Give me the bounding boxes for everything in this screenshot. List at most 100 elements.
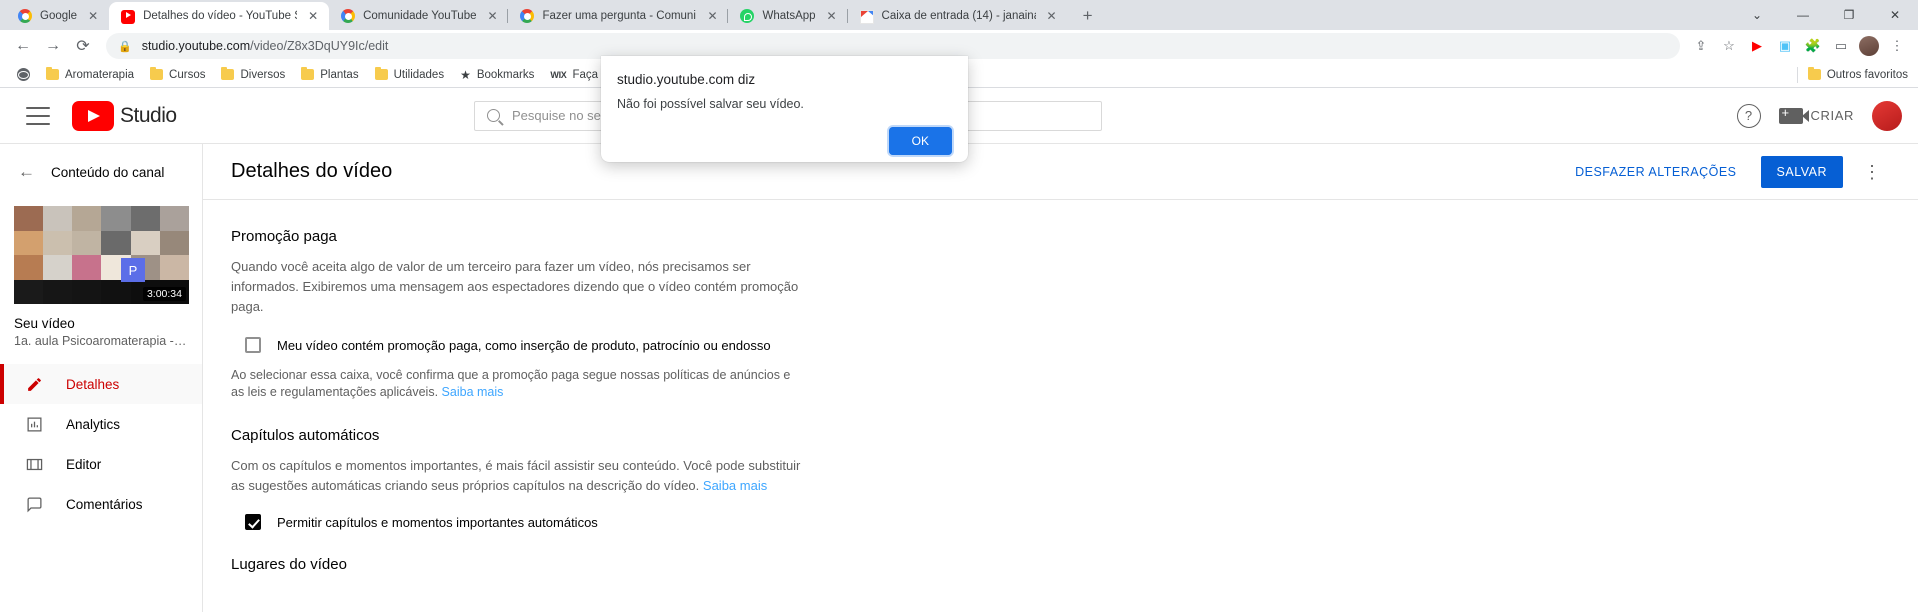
- bookmark-utilidades[interactable]: Utilidades: [368, 66, 452, 83]
- browser-tab-gmail[interactable]: Caixa de entrada (14) - janainasa ✕: [846, 2, 1068, 30]
- maximize-button[interactable]: ❐: [1826, 0, 1872, 30]
- bookmark-star-icon[interactable]: ☆: [1716, 33, 1742, 59]
- chrome-menu-icon[interactable]: ⋮: [1884, 33, 1910, 59]
- minimize-button[interactable]: —: [1780, 0, 1826, 30]
- learn-more-link[interactable]: Saiba mais: [442, 385, 504, 399]
- sidebar-item-detalhes[interactable]: Detalhes: [0, 364, 202, 404]
- section-promocao-paga: Promoção paga Quando você aceita algo de…: [231, 228, 1890, 401]
- studio-header-actions: ? CRIAR: [1736, 100, 1902, 131]
- window-controls: ⌄ — ❐ ✕: [1734, 0, 1918, 30]
- folder-icon: [301, 66, 315, 80]
- video-thumbnail[interactable]: P 3:00:34: [14, 206, 189, 304]
- studio-nav-list: Detalhes Analytics Editor Comentários: [0, 364, 202, 524]
- ok-button[interactable]: OK: [888, 127, 952, 155]
- section-capitulos-automaticos: Capítulos automáticos Com os capítulos e…: [231, 427, 1890, 530]
- sidebar-item-analytics[interactable]: Analytics: [0, 404, 202, 444]
- browser-tab-google[interactable]: Google ✕: [6, 2, 109, 30]
- cast-icon[interactable]: ▭: [1828, 33, 1854, 59]
- bar-chart-icon: [24, 414, 44, 434]
- browser-tab-comunidade-youtube[interactable]: Comunidade YouTube ✕: [329, 2, 508, 30]
- search-placeholder: Pesquise no seu: [512, 108, 609, 123]
- bookmark-bookmarks[interactable]: ★ Bookmarks: [453, 66, 541, 84]
- youtube-studio-logo[interactable]: Studio: [72, 100, 177, 131]
- auto-chapters-checkbox-row[interactable]: Permitir capítulos e momentos importante…: [245, 514, 1890, 530]
- tab-close-icon[interactable]: ✕: [85, 8, 101, 24]
- youtube-extension-icon[interactable]: ▶: [1744, 33, 1770, 59]
- address-bar-url: studio.youtube.com/video/Z8x3DqUY9Ic/edi…: [142, 39, 389, 53]
- bookmarks-bar-right: Outros favoritos: [1793, 66, 1908, 83]
- google-icon: [520, 9, 535, 23]
- tab-close-icon[interactable]: ✕: [704, 8, 720, 24]
- browser-tab-youtube-studio[interactable]: Detalhes do vídeo - YouTube Stu ✕: [109, 2, 330, 30]
- puzzle-icon[interactable]: 🧩: [1800, 33, 1826, 59]
- video-duration: 3:00:34: [142, 287, 186, 301]
- comment-icon: [24, 494, 44, 514]
- sidebar-item-label: Editor: [66, 456, 102, 472]
- video-title: 1a. aula Psicoaromaterapia - 13 Aro...: [14, 334, 188, 348]
- toolbar-actions: ⇪ ☆ ▶ ▣ 🧩 ▭ ⋮: [1688, 33, 1910, 59]
- url-path: /video/Z8x3DqUY9Ic/edit: [250, 39, 389, 53]
- divider: [1796, 66, 1798, 83]
- auto-chapters-checkbox[interactable]: [245, 514, 261, 530]
- star-icon: ★: [460, 67, 471, 82]
- tab-close-icon[interactable]: ✕: [305, 8, 321, 24]
- more-options-icon[interactable]: ⋮: [1859, 163, 1886, 181]
- bookmark-label: Diversos: [240, 68, 286, 81]
- studio-wordmark: Studio: [120, 103, 177, 127]
- video-section-label: Seu vídeo: [14, 316, 75, 331]
- forward-icon[interactable]: →: [38, 31, 68, 61]
- reload-icon[interactable]: ⟳: [68, 31, 98, 61]
- tab-title: WhatsApp: [762, 10, 816, 22]
- sidebar-item-comentarios[interactable]: Comentários: [0, 484, 202, 524]
- bookmark-plantas[interactable]: Plantas: [294, 66, 365, 83]
- back-icon[interactable]: ←: [8, 31, 38, 61]
- bookmark-aromaterapia[interactable]: Aromaterapia: [39, 66, 141, 83]
- learn-more-link[interactable]: Saiba mais: [703, 478, 767, 493]
- tab-close-icon[interactable]: ✕: [824, 8, 840, 24]
- back-to-channel-content[interactable]: ← Conteúdo do canal: [0, 152, 202, 192]
- paid-promotion-checkbox[interactable]: [245, 337, 261, 353]
- tab-title: Caixa de entrada (14) - janainasa: [881, 10, 1036, 22]
- extension-blue-icon[interactable]: ▣: [1772, 33, 1798, 59]
- paid-promotion-checkbox-row[interactable]: Meu vídeo contém promoção paga, como ins…: [245, 337, 1890, 353]
- video-details-header: Detalhes do vídeo DESFAZER ALTERAÇÕES SA…: [203, 144, 1918, 200]
- tab-close-icon[interactable]: ✕: [1044, 8, 1060, 24]
- pencil-icon: [24, 374, 44, 394]
- new-tab-button[interactable]: +: [1074, 2, 1102, 30]
- save-button[interactable]: SALVAR: [1760, 155, 1843, 188]
- sidebar-item-label: Comentários: [66, 496, 143, 512]
- url-host: studio.youtube.com: [141, 39, 251, 53]
- header-actions: DESFAZER ALTERAÇÕES SALVAR ⋮: [1567, 155, 1886, 188]
- channel-avatar[interactable]: [1872, 100, 1902, 131]
- close-window-button[interactable]: ✕: [1872, 0, 1918, 30]
- browser-tab-fazer-pergunta[interactable]: Fazer uma pergunta - Comunida ✕: [507, 2, 728, 30]
- video-camera-icon: [1778, 105, 1809, 124]
- tab-strip: Google ✕ Detalhes do vídeo - YouTube Stu…: [0, 0, 1918, 30]
- dialog-buttons: OK: [888, 127, 952, 155]
- section-body: Com os capítulos e momentos importantes,…: [231, 456, 801, 496]
- sidebar-item-label: Detalhes: [66, 376, 120, 392]
- youtube-icon: [121, 10, 136, 24]
- studio-main-content: Detalhes do vídeo DESFAZER ALTERAÇÕES SA…: [203, 144, 1918, 612]
- bookmark-diversos[interactable]: Diversos: [214, 66, 292, 83]
- sidebar-item-editor[interactable]: Editor: [0, 444, 202, 484]
- browser-tab-whatsapp[interactable]: WhatsApp ✕: [727, 2, 847, 30]
- undo-changes-button[interactable]: DESFAZER ALTERAÇÕES: [1567, 157, 1744, 187]
- whatsapp-icon: [740, 9, 755, 23]
- menu-icon[interactable]: [26, 106, 50, 125]
- tab-title: Comunidade YouTube: [363, 10, 477, 22]
- bookmark-cursos[interactable]: Cursos: [143, 66, 212, 83]
- tab-search-icon[interactable]: ⌄: [1734, 0, 1780, 30]
- javascript-alert-dialog: studio.youtube.com diz Não foi possível …: [601, 56, 968, 162]
- profile-avatar[interactable]: [1859, 36, 1879, 56]
- fineprint-text: Ao selecionar essa caixa, você confirma …: [231, 368, 791, 399]
- help-icon[interactable]: ?: [1736, 103, 1761, 128]
- tab-close-icon[interactable]: ✕: [484, 8, 500, 24]
- bookmark-apps[interactable]: [10, 66, 37, 83]
- folder-icon: [221, 66, 235, 80]
- page-title: Detalhes do vídeo: [231, 160, 393, 182]
- sidebar-item-label: Analytics: [66, 416, 121, 432]
- create-button[interactable]: CRIAR: [1778, 105, 1854, 124]
- other-bookmarks-label[interactable]: Outros favoritos: [1827, 69, 1908, 81]
- share-icon[interactable]: ⇪: [1688, 33, 1714, 59]
